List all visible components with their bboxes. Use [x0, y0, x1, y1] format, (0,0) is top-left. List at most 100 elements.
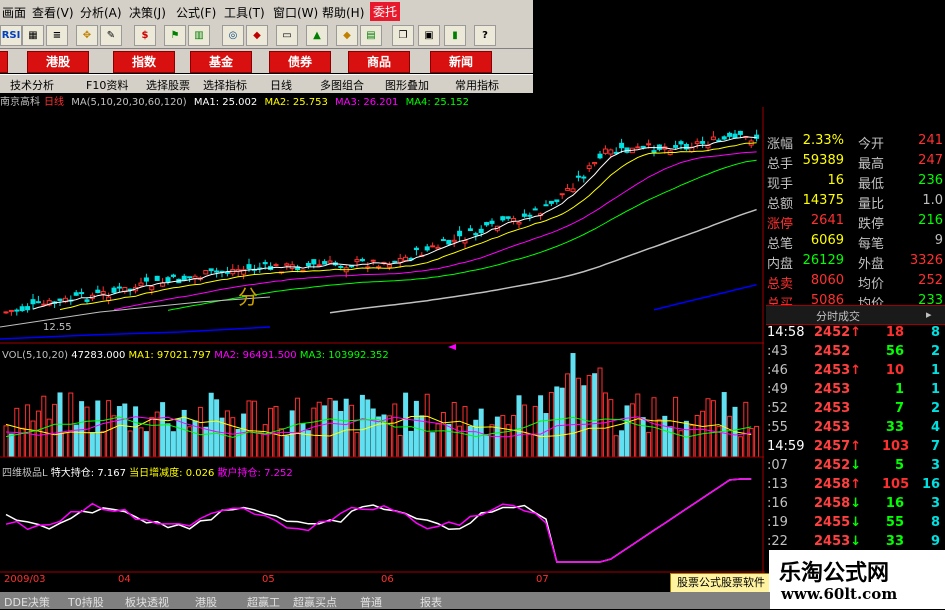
- layout-icon[interactable]: ▣: [418, 25, 440, 46]
- vol-value: 47283.000: [71, 350, 126, 361]
- tick-row: :19 2455↓ 55 8: [764, 515, 945, 534]
- menu-item-analysis[interactable]: 分析(A): [80, 4, 122, 21]
- tab-common-indicator[interactable]: 常用指标: [455, 77, 499, 93]
- tick-time: :49: [767, 382, 788, 397]
- candle-body: [694, 141, 700, 145]
- grid-icon[interactable]: ▦: [22, 25, 44, 46]
- menu-bar: 画面 查看(V) 分析(A) 决策(J) 公式(F) 工具(T) 窗口(W) 帮…: [0, 0, 533, 23]
- alert-icon[interactable]: ◆: [246, 25, 268, 46]
- candle-body: [446, 239, 452, 245]
- tick-time: :52: [767, 401, 788, 416]
- candle-body: [246, 264, 252, 269]
- menu-item-formula[interactable]: 公式(F): [176, 4, 216, 21]
- volume-bar: [575, 377, 581, 458]
- copy-icon[interactable]: ❐: [392, 25, 414, 46]
- volume-bar: [489, 424, 495, 458]
- volume-bar: [570, 353, 576, 458]
- candle-body: [451, 239, 457, 243]
- menu-item-decision[interactable]: 决策(J): [129, 4, 166, 21]
- volume-bar: [165, 423, 171, 458]
- bottom-tab[interactable]: 超赢买点: [293, 594, 337, 610]
- tab-overlay[interactable]: 图形叠加: [385, 77, 429, 93]
- tab-technical[interactable]: 技术分析: [10, 77, 54, 93]
- tick-row: :13 2458↑ 105 16: [764, 477, 945, 496]
- volume-bar: [322, 405, 328, 458]
- menu-item-screen[interactable]: 画面: [2, 4, 26, 21]
- tab-select-indicator[interactable]: 选择指标: [203, 77, 247, 93]
- move-icon[interactable]: ✥: [76, 25, 98, 46]
- tab-multi-chart[interactable]: 多图组合: [320, 77, 364, 93]
- volume-bar: [343, 398, 349, 458]
- menu-item-help[interactable]: 帮助(H): [322, 4, 364, 21]
- bars-icon[interactable]: ▥: [188, 25, 210, 46]
- candle-body: [392, 260, 398, 263]
- market-button-index[interactable]: 指数: [113, 51, 175, 73]
- market-button-hk[interactable]: 港股: [27, 51, 89, 73]
- bottom-tab[interactable]: 板块透视: [125, 594, 169, 610]
- volume-bar: [338, 411, 344, 458]
- candle-icon[interactable]: ▮: [444, 25, 466, 46]
- tab-daily[interactable]: 日线: [270, 77, 292, 93]
- tick-volume: 5: [894, 458, 904, 473]
- pen-icon[interactable]: ✎: [100, 25, 122, 46]
- market-button-bond[interactable]: 债券: [269, 51, 331, 73]
- list-icon[interactable]: ≡: [46, 25, 68, 46]
- x-axis-label: 04: [118, 574, 131, 585]
- tick-time: :19: [767, 515, 788, 530]
- candle-body: [224, 271, 230, 274]
- volume-bar: [89, 432, 95, 458]
- bottom-tab[interactable]: 超赢工: [247, 594, 280, 610]
- ticks-header[interactable]: 分时成交: [816, 308, 860, 324]
- candle-body: [300, 269, 306, 272]
- up-arrow-icon[interactable]: ▲: [306, 25, 328, 46]
- menu-item-tools[interactable]: 工具(T): [224, 4, 265, 21]
- chart-icon[interactable]: ▤: [360, 25, 382, 46]
- window-icon[interactable]: ▭: [276, 25, 298, 46]
- volume-bar: [203, 426, 209, 458]
- vol-ma3: MA3: 103992.352: [299, 350, 389, 361]
- tab-select-stock[interactable]: 选择股票: [146, 77, 190, 93]
- volume-bar: [154, 411, 160, 458]
- diamond-icon[interactable]: ◆: [336, 25, 358, 46]
- candle-body: [359, 258, 365, 262]
- quote-value: 3326: [909, 253, 943, 268]
- candle-body: [440, 239, 446, 242]
- tick-time: :22: [767, 534, 788, 549]
- rsi-button[interactable]: RSI: [0, 25, 22, 46]
- quote-value: 8060: [810, 273, 844, 288]
- tick-volume: 7: [894, 401, 904, 416]
- menu-item-trade[interactable]: 委托: [370, 2, 401, 21]
- ticks-scroll-icon[interactable]: ▸: [926, 308, 932, 321]
- bottom-tab[interactable]: 港股: [195, 594, 217, 610]
- menu-item-window[interactable]: 窗口(W): [273, 4, 318, 21]
- bottom-tab[interactable]: DDE决策: [4, 594, 50, 610]
- volume-bar: [640, 417, 646, 458]
- candle-body: [737, 130, 743, 135]
- bottom-tab[interactable]: T0持股: [68, 594, 104, 610]
- market-button-commodity[interactable]: 商品: [348, 51, 410, 73]
- menu-item-view[interactable]: 查看(V): [32, 4, 74, 21]
- volume-bar: [521, 404, 527, 458]
- market-button-fund[interactable]: 基金: [190, 51, 252, 73]
- binocular-icon[interactable]: ◎: [222, 25, 244, 46]
- quote-value: 236: [918, 173, 943, 188]
- bottom-tab[interactable]: 报表: [420, 594, 442, 610]
- help-pointer-icon[interactable]: ?: [474, 25, 496, 46]
- tick-count: 2: [930, 401, 940, 416]
- prev-button[interactable]: [0, 51, 8, 73]
- tick-price: 2453↓: [814, 534, 862, 549]
- quote-value: 9: [934, 233, 943, 248]
- volume-bar: [386, 415, 392, 458]
- quote-value: 247: [918, 153, 943, 168]
- volume-bar: [754, 425, 760, 458]
- bottom-tab[interactable]: 普通: [360, 594, 382, 610]
- tab-f10[interactable]: F10资料: [86, 77, 128, 93]
- tick-time: :13: [767, 477, 788, 492]
- candle-body: [462, 240, 468, 244]
- candle-body: [683, 143, 689, 150]
- candle-body: [619, 142, 625, 149]
- market-button-news[interactable]: 新闻: [430, 51, 492, 73]
- flag-icon[interactable]: ⚑: [164, 25, 186, 46]
- dollar-icon[interactable]: $: [134, 25, 156, 46]
- tick-count: 16: [922, 477, 941, 492]
